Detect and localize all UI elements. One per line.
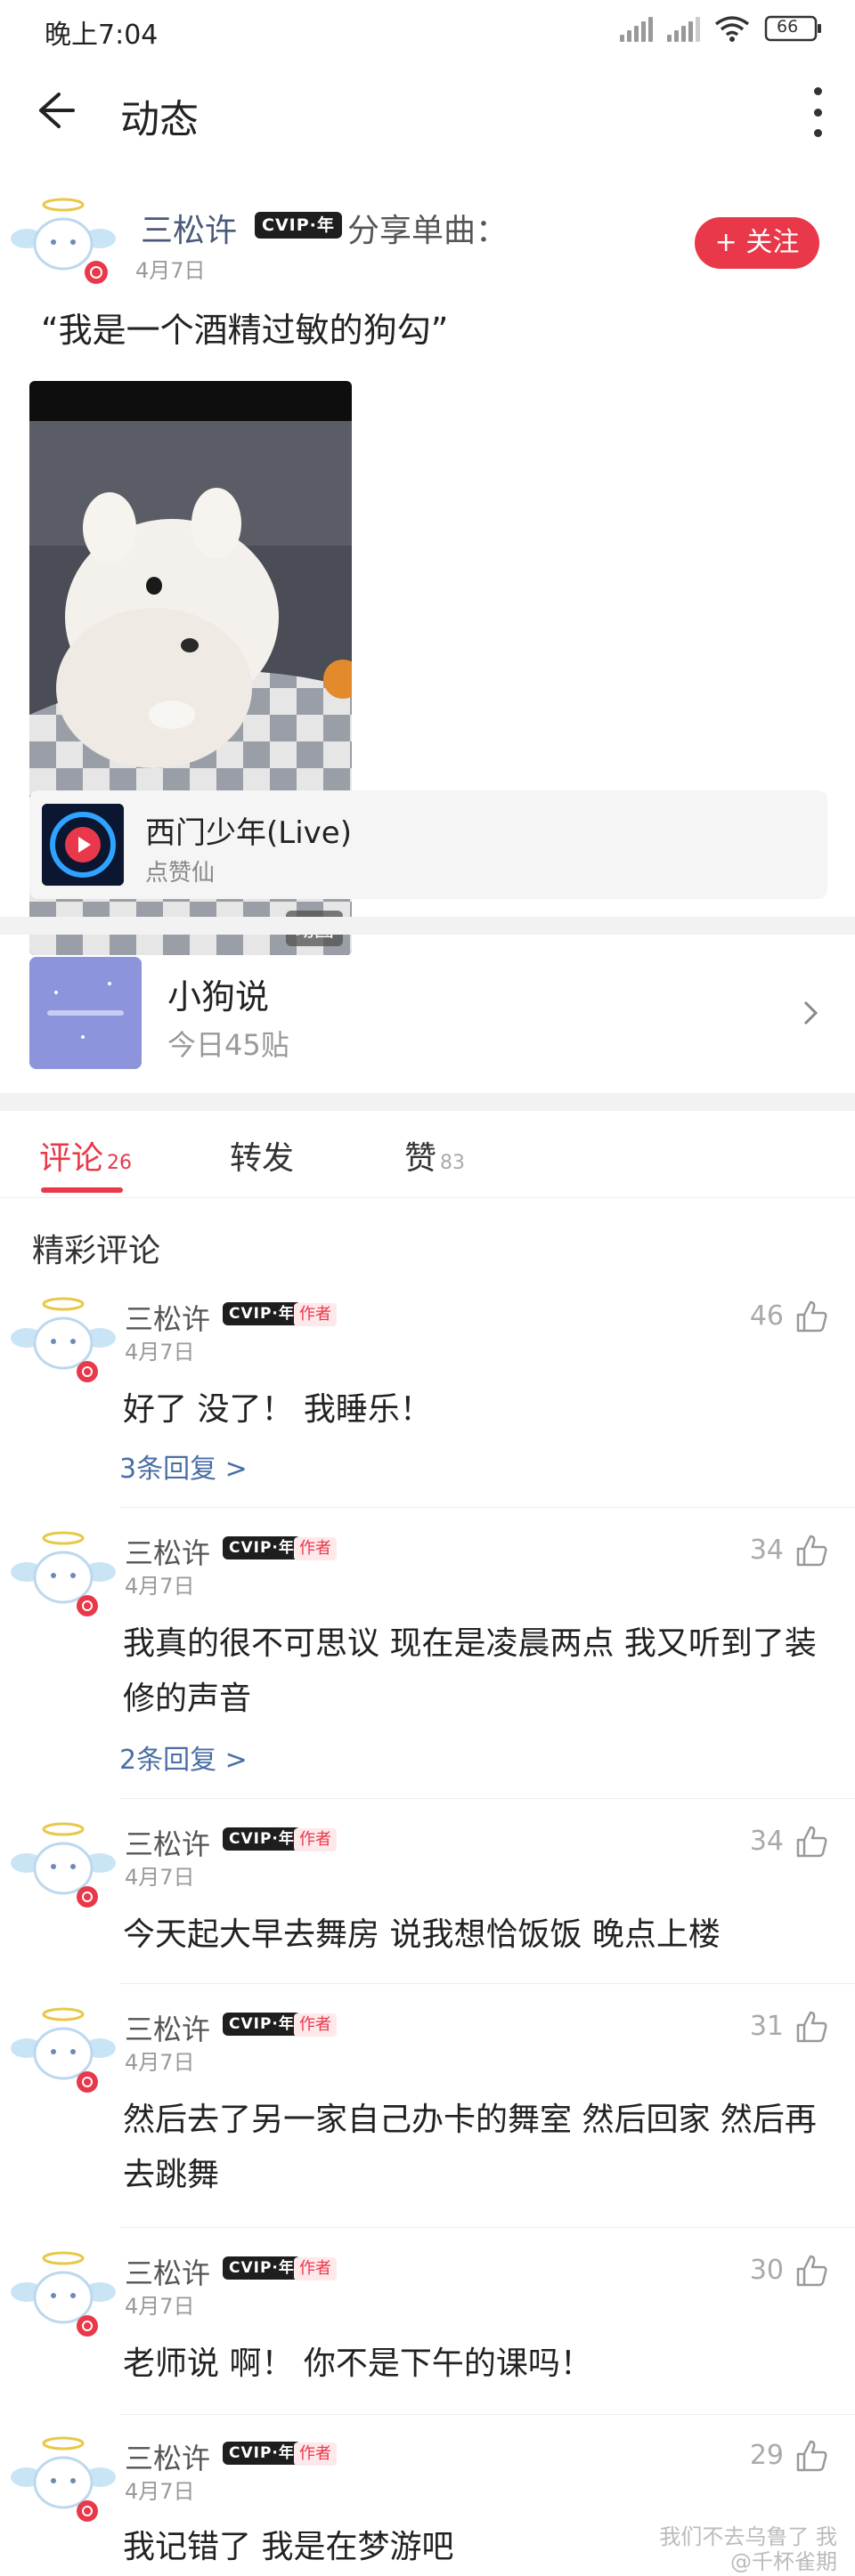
avatar[interactable] [11,1820,116,1909]
back-arrow-icon[interactable] [27,84,80,137]
comment-date: 4月7日 [125,1340,195,1365]
top-nav: 动态 [0,64,855,162]
wifi-icon [714,15,750,42]
comment-author[interactable]: 三松许 [125,1822,210,1863]
tab-likes[interactable]: 赞 83 [404,1132,465,1179]
thumb-up-icon[interactable] [793,2009,828,2045]
more-vertical-icon[interactable] [807,87,828,137]
play-icon[interactable] [65,827,101,863]
tab-forwards[interactable]: 转发 [230,1132,294,1179]
comment-author[interactable]: 三松许 [125,2007,210,2048]
comment-date: 4月7日 [125,1865,195,1890]
author-tag: 作者 [294,1828,337,1851]
comment-author[interactable]: 三松许 [125,1531,210,1572]
page-title: 动态 [120,97,199,142]
like-count: 31 [749,2011,784,2042]
comment-text: 我真的很不可思议 现在是凌晨两点 我又听到了装修的声音 [123,1625,817,1717]
post-date: 4月7日 [135,258,206,283]
section-divider [0,917,855,935]
avatar[interactable] [11,1529,116,1618]
author-tag: 作者 [294,2257,337,2280]
vip-badge: CVIP·年 [255,212,342,239]
vip-badge: CVIP·年 [223,1827,301,1851]
comment-date: 4月7日 [125,2050,195,2075]
post-text: “我是一个酒精过敏的狗勾” [41,311,449,350]
thumb-up-icon[interactable] [793,1299,828,1334]
topic-cover [29,957,142,1069]
avatar[interactable] [11,196,116,285]
comment-author[interactable]: 三松许 [125,2436,210,2477]
topic-stats: 今日45贴 [167,1028,289,1062]
avatar[interactable] [11,2434,116,2523]
chevron-right-icon [803,1000,818,1025]
divider [119,1798,855,1799]
author-tag: 作者 [294,1537,337,1560]
divider [119,1983,855,1984]
thumb-up-icon[interactable] [793,1533,828,1568]
divider [119,1507,855,1508]
divider [119,2414,855,2415]
song-cover [42,804,124,886]
author-tag: 作者 [294,2013,337,2037]
like-count: 34 [749,1535,784,1566]
battery-icon: 66 [764,14,823,43]
comment-text: 今天起大早去舞房 说我想恰饭饭 晚点上楼 [123,1916,721,1953]
comment-date: 4月7日 [125,1574,195,1599]
view-replies-link[interactable]: 2条回复 > [119,1738,248,1777]
vip-badge: CVIP·年 [223,2013,301,2036]
section-title: 精彩评论 [32,1233,161,1269]
vip-badge: CVIP·年 [223,1302,301,1325]
comment-text: 然后去了另一家自己办卡的舞室 然后回家 然后再去跳舞 [123,2102,817,2193]
comment-text: 好了 没了！ 我睡乐！ [123,1391,432,1428]
vip-badge: CVIP·年 [223,2442,301,2465]
vip-badge: CVIP·年 [223,2256,301,2280]
thumb-up-icon[interactable] [793,1824,828,1859]
thumb-up-icon[interactable] [793,2253,828,2288]
tab-bar: 评论 26 转发 赞 83 [0,1111,855,1198]
topic-card[interactable]: 小狗说 今日45贴 [0,937,855,1093]
comment-date: 4月7日 [125,2294,195,2319]
status-time: 晚上7:04 [45,20,159,51]
like-count: 30 [749,2255,784,2286]
like-count: 34 [749,1826,784,1857]
share-label: 分享单曲： [347,213,509,249]
topic-title: 小狗说 [167,977,270,1017]
status-bar: 晚上7:04 66 [0,0,855,64]
tab-active-indicator [41,1187,123,1193]
thumb-up-icon[interactable] [793,2438,828,2474]
divider [119,2227,855,2228]
author-tag: 作者 [294,1303,337,1326]
comment-author[interactable]: 三松许 [125,1297,210,1338]
song-title: 西门少年(Live) [145,815,352,851]
signal-icon [620,15,653,42]
avatar[interactable] [11,2005,116,2094]
vip-badge: CVIP·年 [223,1536,301,1559]
avatar[interactable] [11,2249,116,2338]
tab-comments[interactable]: 评论 26 [39,1132,132,1179]
song-card[interactable]: 西门少年(Live) 点赞仙 [29,790,827,899]
section-divider [0,1093,855,1111]
view-replies-link[interactable]: 3条回复 > [119,1446,248,1486]
avatar[interactable] [11,1295,116,1384]
follow-button[interactable]: + 关注 [695,217,819,269]
comment-date: 4月7日 [125,2479,195,2504]
like-count: 46 [749,1300,784,1332]
battery-level: 66 [777,17,799,36]
author-name[interactable]: 三松许 [141,205,237,251]
comment-text: 老师说 啊！ 你不是下午的课吗！ [123,2345,592,2382]
comment-author[interactable]: 三松许 [125,2251,210,2292]
author-tag: 作者 [294,2442,337,2466]
song-artist: 点赞仙 [145,860,216,887]
like-count: 29 [749,2440,784,2471]
signal-icon [667,15,700,42]
watermark: 我们不去乌鲁了 我 @千杯雀期 [659,2524,837,2574]
